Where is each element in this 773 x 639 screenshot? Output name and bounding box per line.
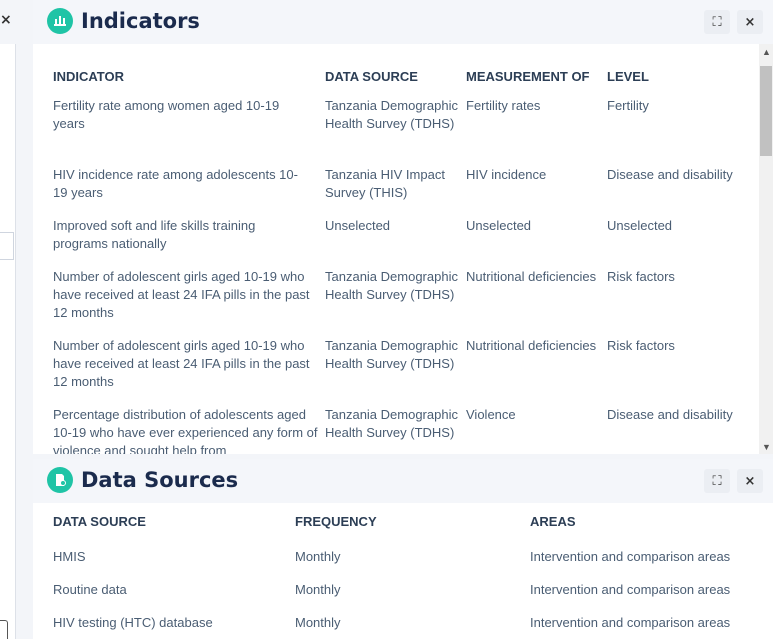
data-sources-header: Data Sources ⛶ × (33, 459, 773, 503)
indicators-scrollbar[interactable]: ▲ ▼ (759, 44, 773, 454)
cell-level: Disease and disability (607, 407, 733, 422)
cell-data-source: HMIS (53, 549, 86, 564)
scroll-thumb[interactable] (760, 66, 772, 156)
cell-data-source: Tanzania Demographic Health Survey (TDHS… (325, 407, 458, 440)
col-areas: AREAS (530, 514, 576, 529)
cell-indicator: HIV incidence rate among adolescents 10-… (53, 167, 298, 200)
cell-data-source: HIV testing (HTC) database (53, 615, 213, 630)
table-row[interactable]: Fertility rate among women aged 10-19 ye… (53, 97, 757, 166)
indicators-table-viewport: INDICATOR DATA SOURCE MEASUREMENT OF LEV… (33, 44, 759, 454)
data-sources-table: DATA SOURCE FREQUENCY AREAS HMIS Monthly… (53, 514, 760, 639)
left-panel-field[interactable] (0, 232, 14, 260)
scroll-down-icon[interactable]: ▼ (762, 442, 771, 452)
cell-areas: Intervention and comparison areas (530, 615, 731, 630)
cell-areas: Intervention and comparison areas (530, 549, 731, 564)
col-data-source: DATA SOURCE (53, 514, 146, 529)
cell-areas: Intervention and comparison areas (530, 582, 731, 597)
indicators-title: Indicators (81, 9, 200, 33)
data-sources-icon (47, 467, 73, 493)
cell-data-source: Tanzania Demographic Health Survey (TDHS… (325, 269, 458, 302)
col-level: LEVEL (607, 69, 649, 84)
cell-level: Unselected (607, 218, 673, 233)
data-sources-panel: Data Sources ⛶ × DATA SOURCE FREQUENCY A… (33, 459, 773, 639)
indicators-header: Indicators ⛶ × (33, 0, 773, 44)
col-data-source: DATA SOURCE (325, 69, 418, 84)
table-row[interactable]: Number of adolescent girls aged 10-19 wh… (53, 337, 757, 406)
indicators-icon (47, 8, 73, 34)
left-panel-edge: × (0, 0, 32, 639)
close-icon[interactable]: × (737, 469, 763, 493)
table-row[interactable]: HIV testing (HTC) database Monthly Inter… (53, 608, 760, 639)
cell-level: Fertility (607, 98, 649, 113)
col-measurement-of: MEASUREMENT OF (466, 69, 590, 84)
table-row[interactable]: Routine data Monthly Intervention and co… (53, 575, 760, 608)
left-panel-close-icon[interactable]: × (0, 12, 12, 28)
indicators-panel: Indicators ⛶ × INDICATOR DATA SOURCE MEA… (33, 0, 773, 454)
cell-level: Risk factors (607, 269, 675, 284)
cell-data-source: Unselected (325, 218, 391, 233)
cell-indicator: Number of adolescent girls aged 10-19 wh… (53, 338, 310, 389)
cell-indicator: Improved soft and life skills training p… (53, 218, 256, 251)
cell-level: Risk factors (607, 338, 675, 353)
indicators-table: INDICATOR DATA SOURCE MEASUREMENT OF LEV… (53, 44, 757, 454)
cell-indicator: Number of adolescent girls aged 10-19 wh… (53, 269, 310, 320)
cell-measurement: Nutritional deficiencies (466, 269, 597, 284)
data-sources-header-row: DATA SOURCE FREQUENCY AREAS (53, 514, 760, 542)
col-indicator: INDICATOR (53, 69, 125, 84)
table-row[interactable]: Number of adolescent girls aged 10-19 wh… (53, 268, 757, 337)
cell-measurement: HIV incidence (466, 167, 547, 182)
table-row[interactable]: HIV incidence rate among adolescents 10-… (53, 166, 757, 217)
cell-data-source: Tanzania HIV Impact Survey (THIS) (325, 167, 445, 200)
close-icon[interactable]: × (737, 10, 763, 34)
indicators-header-row: INDICATOR DATA SOURCE MEASUREMENT OF LEV… (53, 44, 757, 97)
cell-data-source: Routine data (53, 582, 127, 597)
cell-frequency: Monthly (295, 615, 341, 630)
cell-measurement: Violence (466, 407, 516, 422)
cell-frequency: Monthly (295, 549, 341, 564)
cell-measurement: Unselected (466, 218, 532, 233)
scroll-up-icon[interactable]: ▲ (762, 47, 771, 57)
expand-icon[interactable]: ⛶ (704, 10, 730, 34)
cell-data-source: Tanzania Demographic Health Survey (TDHS… (325, 338, 458, 371)
cell-indicator: Fertility rate among women aged 10-19 ye… (53, 98, 280, 131)
cell-indicator: Percentage distribution of adolescents a… (53, 407, 318, 454)
cell-frequency: Monthly (295, 582, 341, 597)
left-panel-control[interactable] (0, 620, 8, 639)
table-row[interactable]: Improved soft and life skills training p… (53, 217, 757, 268)
cell-measurement: Nutritional deficiencies (466, 338, 597, 353)
expand-icon[interactable]: ⛶ (704, 469, 730, 493)
cell-level: Disease and disability (607, 167, 733, 182)
cell-measurement: Fertility rates (466, 98, 541, 113)
cell-data-source: Tanzania Demographic Health Survey (TDHS… (325, 98, 458, 131)
left-panel-body (0, 44, 16, 639)
table-row[interactable]: HMIS Monthly Intervention and comparison… (53, 542, 760, 575)
left-panel-header: × (0, 0, 24, 44)
col-frequency: FREQUENCY (295, 514, 377, 529)
data-sources-title: Data Sources (81, 468, 239, 492)
table-row[interactable]: Percentage distribution of adolescents a… (53, 406, 757, 454)
